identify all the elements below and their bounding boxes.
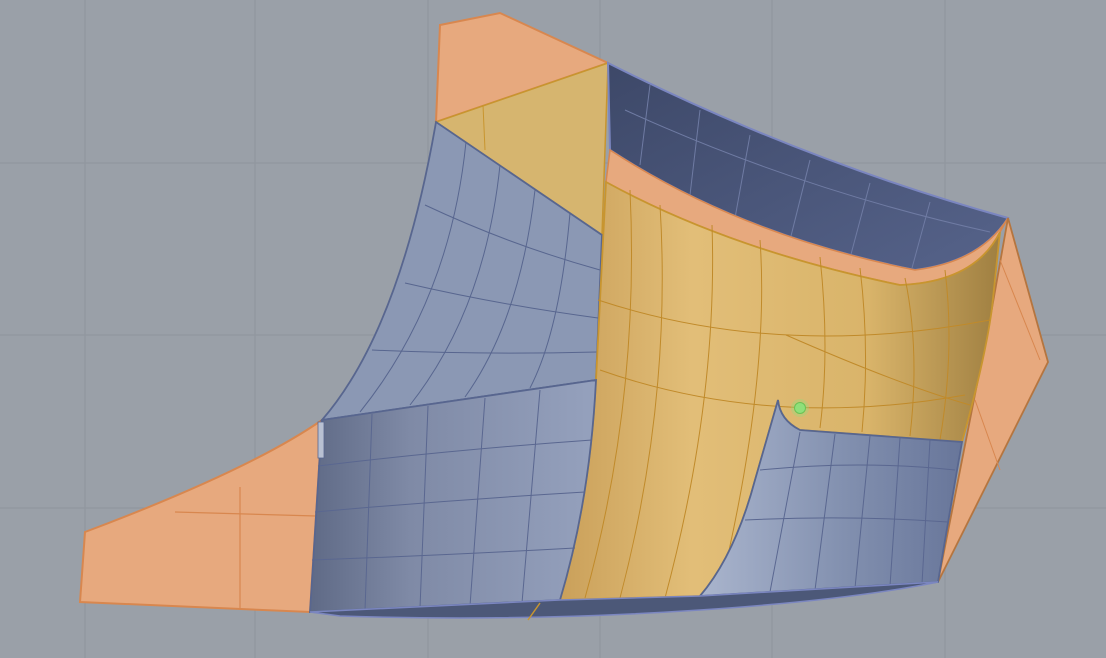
lower-left-blue-panel[interactable] [309,378,597,613]
3d-scene[interactable] [0,0,1106,658]
left-orange-flange[interactable] [78,418,324,614]
3d-viewport[interactable] [0,0,1106,658]
green-dot-icon[interactable] [791,399,809,417]
